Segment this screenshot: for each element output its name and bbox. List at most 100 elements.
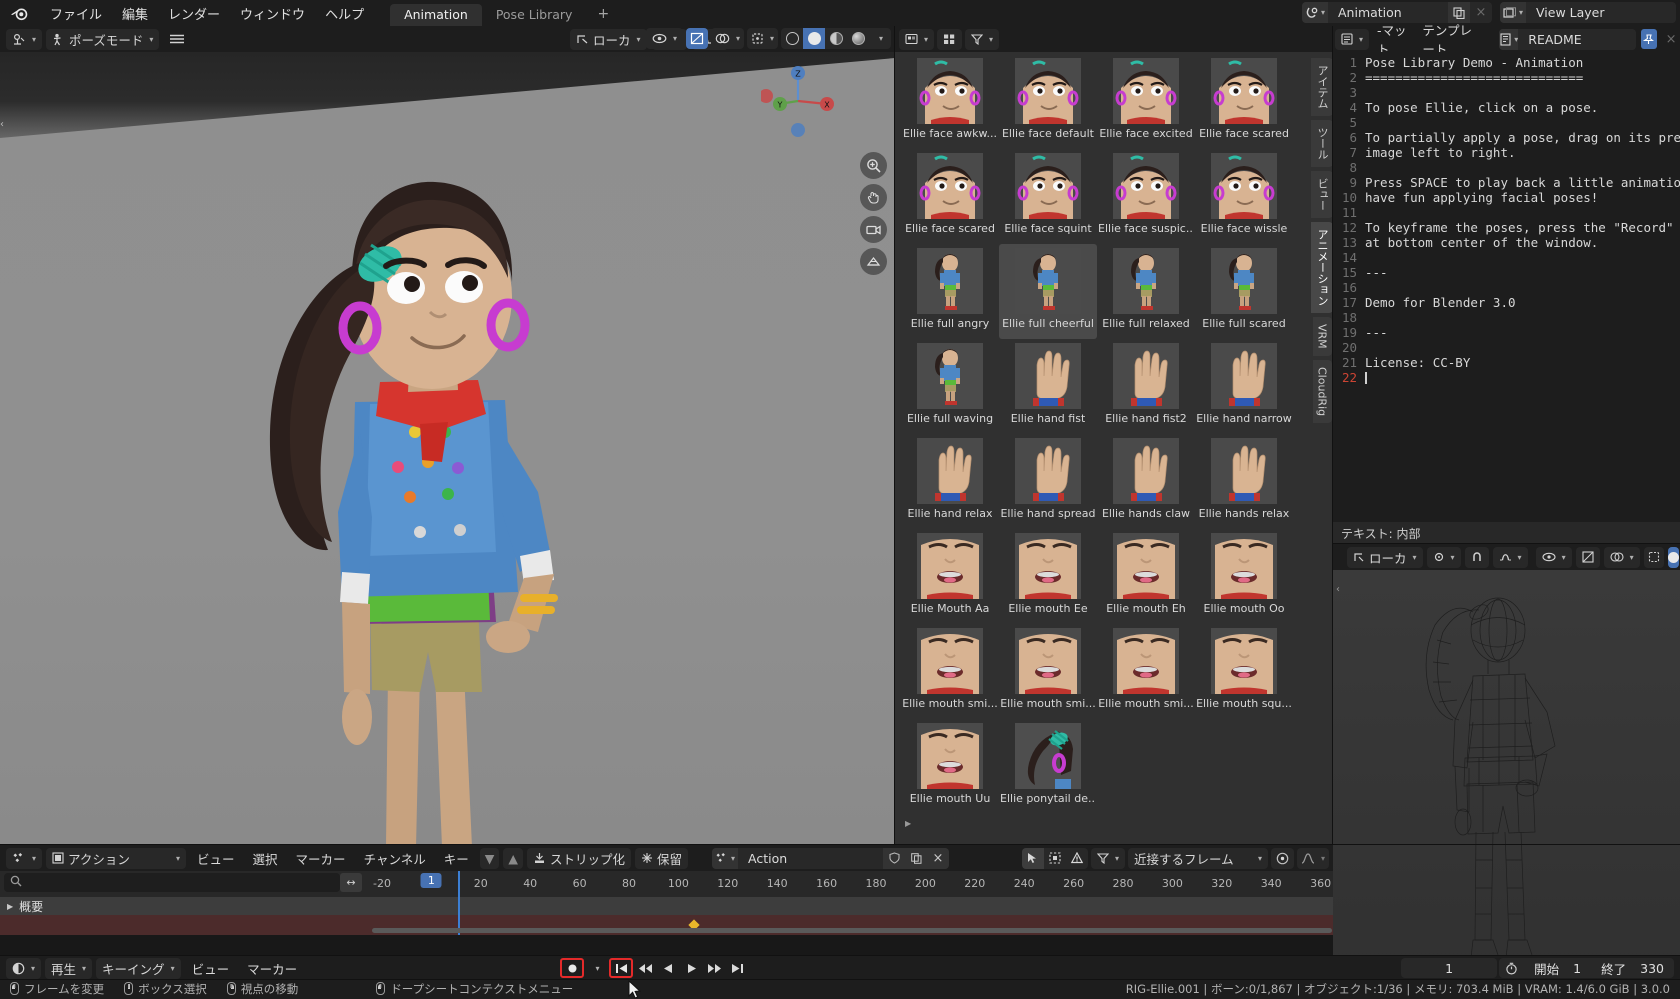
- lower-right-viewport[interactable]: ‹: [1333, 570, 1680, 975]
- transform-orientation-selector[interactable]: ローカ ▾: [570, 28, 647, 50]
- text-line[interactable]: 18: [1333, 310, 1680, 325]
- asset-item[interactable]: Ellie mouth Eh: [1097, 529, 1195, 624]
- sidebar-tab-5[interactable]: CloudRig: [1312, 359, 1332, 423]
- play-reverse-button[interactable]: [658, 958, 679, 978]
- dope-sheet-horizontal-scrollbar[interactable]: [372, 928, 1332, 933]
- playhead[interactable]: [458, 871, 460, 935]
- gizmo-toggle[interactable]: ▾: [746, 28, 778, 49]
- sidebar-tab-0[interactable]: アイテム: [1311, 58, 1333, 116]
- asset-item[interactable]: Ellie ponytail de...: [999, 719, 1097, 814]
- dopesheet-menu-key[interactable]: キー: [437, 847, 476, 870]
- shading-material-preview-button[interactable]: [825, 28, 847, 49]
- asset-item[interactable]: Ellie full angry: [901, 244, 999, 339]
- asset-item[interactable]: Ellie hand narrow: [1195, 339, 1293, 434]
- workspace-tab-animation[interactable]: Animation: [390, 4, 482, 26]
- asset-item[interactable]: Ellie hands claw: [1097, 434, 1195, 529]
- asset-item[interactable]: Ellie hand fist2: [1097, 339, 1195, 434]
- close-text-button[interactable]: ×: [1662, 29, 1680, 50]
- asset-item[interactable]: Ellie face suspic...: [1097, 149, 1195, 244]
- asset-item[interactable]: Ellie Mouth Aa: [901, 529, 999, 624]
- shading-rendered-button[interactable]: [847, 28, 869, 49]
- asset-item[interactable]: Ellie face scared: [1195, 54, 1293, 149]
- lr-shading-solid-button[interactable]: [1667, 546, 1679, 568]
- 3d-viewport[interactable]: ‹ Z X Y: [0, 52, 895, 845]
- pan-icon[interactable]: [860, 184, 887, 211]
- text-line[interactable]: 4 To pose Ellie, click on a pose.: [1333, 100, 1680, 115]
- view-layer-name[interactable]: View Layer: [1526, 2, 1676, 23]
- asset-item[interactable]: Ellie mouth smi...: [1097, 624, 1195, 719]
- box-select-icon[interactable]: [1044, 848, 1066, 869]
- navigation-gizmo[interactable]: Z X Y: [759, 64, 835, 138]
- text-line[interactable]: 14: [1333, 250, 1680, 265]
- asset-item[interactable]: Ellie face excited: [1097, 54, 1195, 149]
- add-workspace-button[interactable]: +: [586, 2, 620, 26]
- unlink-action-button[interactable]: ×: [927, 847, 949, 869]
- current-frame-field[interactable]: 1: [1401, 958, 1498, 978]
- asset-item[interactable]: Ellie full waving: [901, 339, 999, 434]
- summary-expand-arrow[interactable]: ▶: [7, 902, 13, 911]
- asset-browser[interactable]: ▾ ▾ Ellie face awkw... Ellie face defaul…: [895, 26, 1333, 845]
- start-frame-field[interactable]: 開始 1: [1524, 958, 1591, 978]
- text-editor-type-selector[interactable]: ▾: [1335, 28, 1370, 50]
- text-datablock-selector[interactable]: ▾ README Animation: [1499, 28, 1636, 50]
- timeline-menu-marker[interactable]: マーカー: [240, 957, 304, 980]
- text-line[interactable]: 7 image left to right.: [1333, 145, 1680, 160]
- prev-keyframe-button[interactable]: [635, 958, 656, 978]
- text-line[interactable]: 8: [1333, 160, 1680, 175]
- menu-file[interactable]: ファイル: [40, 2, 112, 25]
- record-button[interactable]: [560, 958, 584, 978]
- dopesheet-filter-button[interactable]: ▾: [1090, 847, 1125, 869]
- asset-display-mode-button[interactable]: [937, 28, 963, 50]
- asset-item[interactable]: Ellie full scared: [1195, 244, 1293, 339]
- text-line[interactable]: 3: [1333, 85, 1680, 100]
- asset-item[interactable]: Ellie full cheerful: [999, 244, 1097, 339]
- jump-to-end-button[interactable]: [727, 958, 748, 978]
- zoom-icon[interactable]: [860, 152, 887, 179]
- dopesheet-proportional-edit-toggle[interactable]: [1270, 847, 1294, 869]
- fake-user-shield-icon[interactable]: [883, 847, 905, 869]
- text-line[interactable]: 5: [1333, 115, 1680, 130]
- asset-editor-type-selector[interactable]: ▾: [899, 28, 935, 50]
- dope-sheet-body[interactable]: ↔ -20 1 20 40 60 80 100 120 140 160 180 200 220 240 26…: [0, 871, 1333, 935]
- dopesheet-menu-select[interactable]: 選択: [246, 847, 285, 870]
- action-datablock-selector[interactable]: ▾ Action ×: [712, 847, 949, 869]
- text-line[interactable]: 12 To keyframe the poses, press the "Reco…: [1333, 220, 1680, 235]
- asset-item[interactable]: Ellie face default: [999, 54, 1097, 149]
- dopesheet-mode-selector[interactable]: アクション ▾: [46, 847, 187, 869]
- asset-item[interactable]: Ellie hand relax: [901, 434, 999, 529]
- lr-proportional-edit-toggle[interactable]: ▾: [1492, 546, 1528, 568]
- record-options-chevron-icon[interactable]: ▾: [586, 958, 607, 978]
- action-name[interactable]: Action: [738, 847, 883, 869]
- current-frame-indicator[interactable]: 1: [420, 873, 442, 888]
- viewport-menus-hamburger-icon[interactable]: [163, 29, 191, 50]
- play-button[interactable]: [681, 958, 702, 978]
- text-datablock-name[interactable]: README Animation: [1518, 28, 1636, 50]
- text-editor[interactable]: 1 Pose Library Demo - Animation 2 =========…: [1333, 52, 1680, 522]
- cursor-select-icon[interactable]: [1021, 847, 1044, 869]
- workspace-tab-pose-library[interactable]: Pose Library: [482, 4, 587, 26]
- lr-overlays-selector[interactable]: ▾: [1603, 546, 1640, 568]
- lr-visibility-selector[interactable]: ▾: [1535, 546, 1572, 568]
- menu-render[interactable]: レンダー: [158, 2, 230, 25]
- lr-xray-toggle[interactable]: [1575, 546, 1600, 568]
- asset-item[interactable]: Ellie hands relax: [1195, 434, 1293, 529]
- snap-mode-selector[interactable]: 近接するフレーム ▾: [1127, 847, 1268, 869]
- text-line[interactable]: 13 at bottom center of the window.: [1333, 235, 1680, 250]
- text-line[interactable]: 6 To partially apply a pose, drag on its …: [1333, 130, 1680, 145]
- asset-filter-button[interactable]: ▾: [965, 28, 1000, 50]
- visibility-selector[interactable]: ▾: [645, 28, 683, 49]
- asset-item[interactable]: Ellie mouth Ee: [999, 529, 1097, 624]
- dopesheet-next-action-button[interactable]: ▲: [503, 847, 523, 869]
- dopesheet-menu-channel[interactable]: チャンネル: [357, 847, 433, 870]
- ortho-persp-icon[interactable]: [860, 248, 887, 275]
- lr-pivot-selector[interactable]: ▾: [1426, 546, 1461, 568]
- next-keyframe-button[interactable]: [704, 958, 725, 978]
- overlays-selector[interactable]: ▾: [710, 28, 744, 49]
- jump-to-start-button[interactable]: [609, 958, 633, 978]
- only-errors-icon[interactable]: [1066, 848, 1088, 869]
- asset-item[interactable]: Ellie face awkw...: [901, 54, 999, 149]
- asset-browser-expand-arrow[interactable]: ▶: [905, 819, 911, 828]
- search-input[interactable]: [4, 873, 340, 892]
- dopesheet-menu-marker[interactable]: マーカー: [289, 847, 353, 870]
- shading-solid-button[interactable]: [803, 28, 825, 49]
